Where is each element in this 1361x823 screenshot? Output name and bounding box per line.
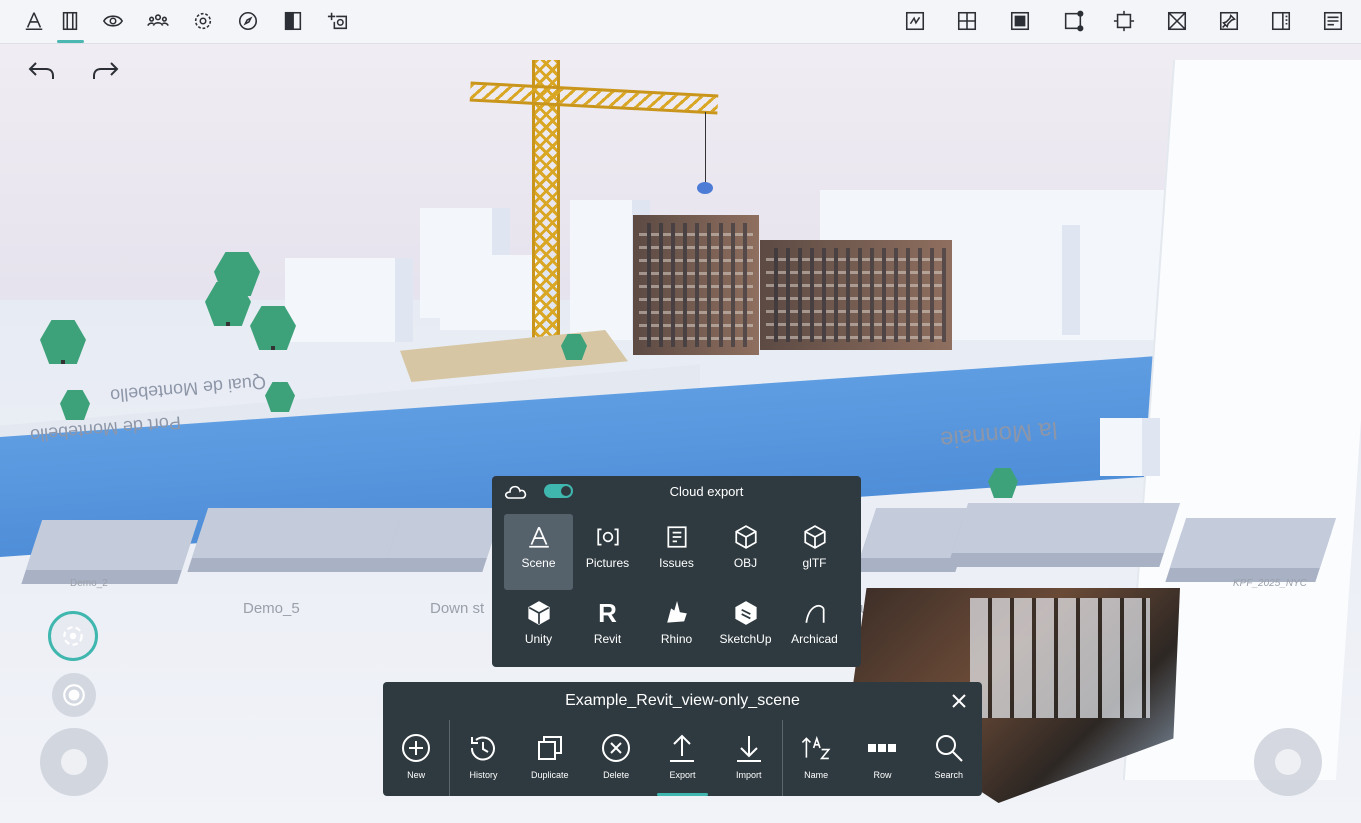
revit-icon: R: [598, 598, 617, 628]
frame-icon[interactable]: [1109, 6, 1139, 36]
export-obj[interactable]: OBJ: [711, 514, 780, 590]
target-button[interactable]: [52, 673, 96, 717]
scene-icon: [528, 526, 549, 548]
scene-tile[interactable]: [25, 520, 199, 570]
tile-label: Demo_2: [70, 578, 108, 589]
move-joystick[interactable]: [40, 728, 108, 796]
people-icon[interactable]: [143, 6, 173, 36]
export-gltf[interactable]: glTF: [780, 514, 849, 590]
export-rhino[interactable]: Rhino: [642, 590, 711, 666]
export-archicad[interactable]: Archicad: [780, 590, 849, 666]
joystick-knob[interactable]: [1275, 749, 1301, 775]
tile-label: Down st: [430, 600, 485, 617]
joystick-knob[interactable]: [61, 749, 87, 775]
tile-label: Demo_5: [243, 600, 300, 617]
bounding-corner-icon[interactable]: [1058, 6, 1088, 36]
export-pictures[interactable]: Pictures: [573, 514, 642, 590]
sketch-plan-icon[interactable]: [900, 6, 930, 36]
crane-jib: [469, 81, 719, 115]
kiosk: [1100, 418, 1160, 476]
export-scene[interactable]: Scene: [504, 514, 573, 590]
target-icon: [63, 684, 85, 706]
close-icon: [952, 694, 966, 708]
grid-icon[interactable]: [952, 6, 982, 36]
scene-tile[interactable]: [1169, 518, 1337, 568]
undo-icon: [28, 62, 54, 79]
scene-tile[interactable]: [191, 508, 414, 558]
sort-az-icon: [801, 735, 831, 760]
tile-label: KPF_2025_NYC: [1233, 578, 1307, 589]
duplicate-button[interactable]: Duplicate: [517, 720, 583, 796]
scene-tile[interactable]: [386, 508, 504, 558]
square-icon[interactable]: [1005, 6, 1035, 36]
undo-button[interactable]: [23, 56, 59, 86]
export-sketchup[interactable]: SketchUp: [711, 590, 780, 666]
export-icon: [670, 734, 695, 762]
close-button[interactable]: [948, 690, 970, 712]
export-revit[interactable]: R Revit: [573, 590, 642, 666]
export-issues[interactable]: Issues: [642, 514, 711, 590]
building: [285, 258, 413, 342]
eye-icon[interactable]: [98, 6, 128, 36]
cloud-export-title: Cloud export: [669, 484, 744, 499]
sketchup-icon: [734, 601, 757, 625]
cross-box-icon[interactable]: [1162, 6, 1192, 36]
scene-tile[interactable]: [951, 503, 1181, 553]
new-button[interactable]: New: [383, 720, 449, 796]
notes-icon[interactable]: [1318, 6, 1348, 36]
compass-icon[interactable]: [233, 6, 263, 36]
active-tab-indicator: [57, 40, 84, 43]
pin-icon[interactable]: [1214, 6, 1244, 36]
panel-split-icon[interactable]: [1266, 6, 1296, 36]
history-button[interactable]: History: [450, 720, 516, 796]
look-joystick[interactable]: [1254, 728, 1322, 796]
search-button[interactable]: Search: [916, 720, 982, 796]
history-icon: [471, 736, 496, 761]
rhino-icon: [666, 600, 687, 623]
export-unity[interactable]: Unity: [504, 590, 573, 666]
add-camera-icon[interactable]: [323, 6, 353, 36]
redo-button[interactable]: [88, 56, 124, 86]
brick-building: [633, 215, 759, 355]
sort-name-button[interactable]: Name: [783, 720, 849, 796]
cube-icon: [803, 525, 826, 549]
door-icon[interactable]: [278, 6, 308, 36]
scene-icon[interactable]: [19, 6, 49, 36]
camera-icon: [596, 528, 619, 546]
rotate-icon: [63, 626, 83, 646]
scene-action-bar: Example_Revit_view-only_scene New Histor…: [383, 682, 982, 796]
sync-rotate-button[interactable]: [48, 611, 98, 661]
crane-cable: [705, 112, 706, 184]
top-toolbar: [0, 0, 1361, 44]
brick-building: [760, 240, 952, 350]
row-view-button[interactable]: Row: [849, 720, 915, 796]
cloud-export-panel: Cloud export Scene Pictures Issues OBJ g…: [492, 476, 861, 667]
crane-hook: [697, 182, 713, 194]
delete-icon: [602, 734, 631, 762]
cloud-export-header: Cloud export: [492, 476, 861, 506]
layers-icon[interactable]: [55, 6, 85, 36]
delete-button[interactable]: Delete: [583, 720, 649, 796]
import-icon: [736, 736, 761, 762]
export-button[interactable]: Export: [649, 720, 715, 796]
building: [950, 225, 1080, 335]
cube-icon: [734, 525, 757, 549]
row-icon: [868, 744, 897, 752]
scene-title: Example_Revit_view-only_scene: [565, 692, 800, 709]
duplicate-icon: [537, 736, 562, 760]
archicad-icon: [804, 604, 825, 623]
issues-icon: [666, 526, 687, 548]
import-button[interactable]: Import: [716, 720, 782, 796]
unity-icon: [527, 601, 550, 625]
search-icon: [935, 735, 963, 762]
settings-icon[interactable]: [188, 6, 218, 36]
plus-circle-icon: [402, 734, 431, 762]
redo-icon: [93, 62, 119, 79]
